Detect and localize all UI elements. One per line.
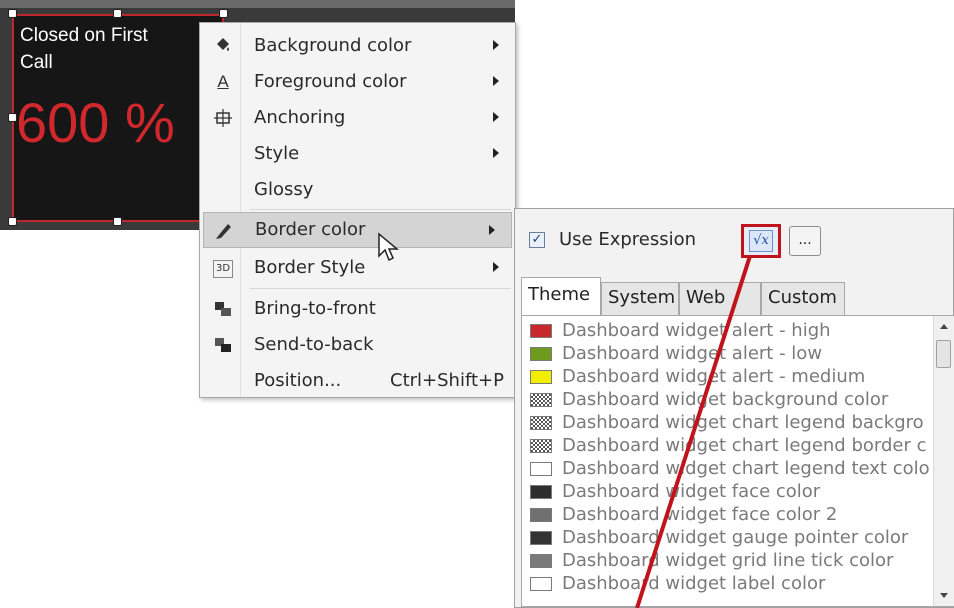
pencil-icon [214, 220, 234, 240]
color-name: Dashboard widget chart legend text colo [562, 458, 930, 479]
color-list-item[interactable]: Dashboard widget chart legend border c [528, 435, 928, 458]
color-swatch [530, 393, 552, 407]
menu-item-style[interactable]: Style [200, 136, 515, 172]
menu-item-label: Bring-to-front [254, 298, 376, 319]
use-expression-checkbox[interactable]: ✓ [529, 232, 545, 248]
submenu-arrow-icon [493, 262, 499, 272]
color-swatch [530, 508, 552, 522]
resize-handle-top-left[interactable] [8, 9, 17, 18]
menu-item-background-color[interactable]: Background color [200, 28, 515, 64]
color-list-item[interactable]: Dashboard widget chart legend backgro [528, 412, 928, 435]
menu-item-position[interactable]: Position... Ctrl+Shift+P [200, 363, 515, 399]
color-picker-panel: ✓ Use Expression √x ... Theme System Web… [514, 208, 954, 608]
send-to-back-icon [213, 335, 233, 355]
menu-item-label: Position... [254, 370, 342, 391]
paint-bucket-icon [213, 36, 233, 56]
submenu-arrow-icon [493, 148, 499, 158]
color-swatch [530, 531, 552, 545]
color-name: Dashboard widget alert - low [562, 343, 823, 364]
resize-handle-top-right[interactable] [219, 9, 228, 18]
color-name: Dashboard widget background color [562, 389, 889, 410]
tab-web[interactable]: Web [679, 282, 761, 315]
list-scrollbar[interactable] [933, 316, 954, 606]
color-swatch [530, 347, 552, 361]
menu-item-shortcut: Ctrl+Shift+P [390, 370, 504, 391]
menu-item-glossy[interactable]: Glossy [200, 172, 515, 208]
font-color-icon: A [217, 72, 229, 91]
border-style-3d-icon: 3D [213, 260, 233, 278]
mouse-cursor-icon [378, 232, 400, 262]
menu-item-label: Background color [254, 35, 412, 56]
tab-theme[interactable]: Theme [521, 277, 601, 315]
color-list-item[interactable]: Dashboard widget grid line tick color [528, 550, 928, 573]
theme-color-list[interactable]: Dashboard widget alert - high Dashboard … [521, 315, 954, 607]
tab-custom[interactable]: Custom [761, 282, 845, 315]
menu-item-foreground-color[interactable]: A Foreground color [200, 64, 515, 100]
menu-separator [250, 209, 511, 210]
scroll-thumb[interactable] [936, 340, 951, 368]
tab-system[interactable]: System [601, 282, 679, 315]
menu-separator [250, 288, 511, 289]
expression-editor-button[interactable]: √x [741, 224, 781, 258]
scroll-up-arrow-icon[interactable] [940, 324, 948, 329]
color-swatch [530, 324, 552, 338]
widget-title: Closed on First Call [20, 25, 148, 73]
color-list-item[interactable]: Dashboard widget background color [528, 389, 928, 412]
color-swatch [530, 462, 552, 476]
menu-item-label: Border Style [254, 257, 366, 278]
submenu-arrow-icon [493, 40, 499, 50]
anchoring-icon [213, 108, 233, 128]
menu-item-anchoring[interactable]: Anchoring [200, 100, 515, 136]
color-swatch [530, 370, 552, 384]
menu-item-bring-to-front[interactable]: Bring-to-front [200, 291, 515, 327]
color-list-item[interactable]: Dashboard widget alert - medium [528, 366, 928, 389]
color-swatch [530, 577, 552, 591]
color-name: Dashboard widget alert - high [562, 320, 831, 341]
resize-handle-bottom-left[interactable] [8, 217, 17, 226]
color-list-item[interactable]: Dashboard widget alert - low [528, 343, 928, 366]
color-name: Dashboard widget chart legend border c [562, 435, 927, 456]
menu-item-label: Border color [255, 219, 366, 240]
color-list-item[interactable]: Dashboard widget alert - high [528, 320, 928, 343]
color-list-item[interactable]: Dashboard widget label color [528, 573, 928, 596]
color-list-item[interactable]: Dashboard widget face color [528, 481, 928, 504]
context-menu: Background color A Foreground color Anch… [199, 22, 516, 398]
function-icon: √x [749, 230, 773, 252]
resize-handle-mid-left[interactable] [8, 113, 17, 122]
widget-value: 600 % [16, 91, 175, 154]
canvas-top-bar [0, 0, 515, 8]
menu-item-label: Foreground color [254, 71, 407, 92]
color-list-item[interactable]: Dashboard widget gauge pointer color [528, 527, 928, 550]
resize-handle-top-mid[interactable] [113, 9, 122, 18]
menu-item-border-color[interactable]: Border color [203, 212, 512, 248]
more-colors-button[interactable]: ... [789, 226, 821, 256]
color-name: Dashboard widget face color [562, 481, 821, 502]
submenu-arrow-icon [493, 76, 499, 86]
submenu-arrow-icon [489, 225, 495, 235]
color-swatch [530, 485, 552, 499]
color-name: Dashboard widget chart legend backgro [562, 412, 924, 433]
menu-item-send-to-back[interactable]: Send-to-back [200, 327, 515, 363]
color-name: Dashboard widget face color 2 [562, 504, 838, 525]
color-name: Dashboard widget grid line tick color [562, 550, 894, 571]
menu-item-label: Send-to-back [254, 334, 374, 355]
use-expression-label: Use Expression [559, 229, 697, 250]
scroll-down-arrow-icon[interactable] [940, 593, 948, 598]
bring-to-front-icon [213, 299, 233, 319]
menu-item-label: Glossy [254, 179, 314, 200]
resize-handle-bottom-mid[interactable] [113, 217, 122, 226]
color-name: Dashboard widget alert - medium [562, 366, 866, 387]
menu-item-border-style[interactable]: 3D Border Style [200, 250, 515, 286]
menu-item-label: Style [254, 143, 300, 164]
submenu-arrow-icon [493, 112, 499, 122]
color-list-item[interactable]: Dashboard widget face color 2 [528, 504, 928, 527]
menu-item-label: Anchoring [254, 107, 346, 128]
color-swatch [530, 554, 552, 568]
color-swatch [530, 439, 552, 453]
color-name: Dashboard widget label color [562, 573, 826, 594]
color-name: Dashboard widget gauge pointer color [562, 527, 909, 548]
color-list-item[interactable]: Dashboard widget chart legend text colo [528, 458, 930, 481]
color-swatch [530, 416, 552, 430]
